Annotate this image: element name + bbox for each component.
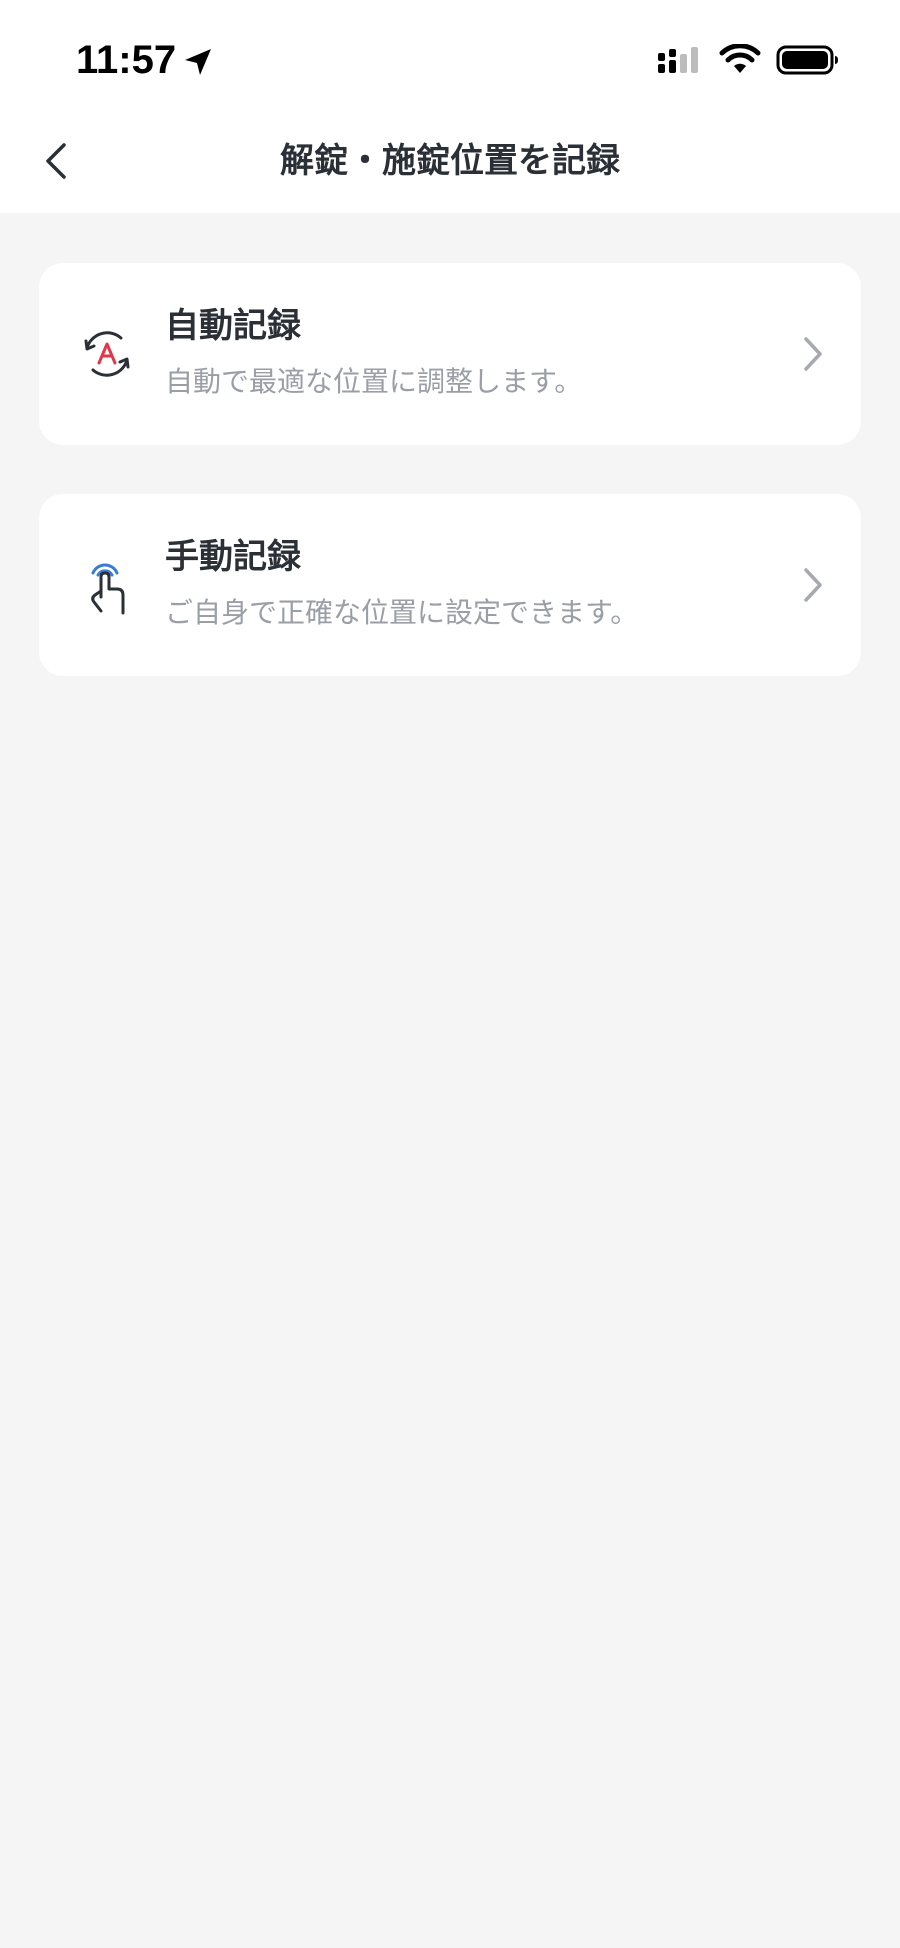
manual-record-option[interactable]: 手動記録 ご自身で正確な位置に設定できます。 bbox=[39, 494, 861, 676]
page-title: 解錠・施錠位置を記録 bbox=[280, 141, 620, 181]
option-title: 自動記録 bbox=[165, 306, 301, 346]
auto-record-option[interactable]: 自動記録 自動で最適な位置に調整します。 bbox=[39, 263, 861, 445]
top-bar: 11:57 解錠・施錠位置を記録 bbox=[0, 0, 900, 213]
wifi-icon bbox=[719, 44, 761, 73]
tap-hand-icon bbox=[91, 563, 125, 615]
option-subtitle: ご自身で正確な位置に設定できます。 bbox=[165, 596, 639, 629]
battery-icon bbox=[776, 45, 838, 75]
location-arrow-icon bbox=[185, 49, 211, 75]
option-subtitle: 自動で最適な位置に調整します。 bbox=[165, 365, 583, 398]
chevron-right-icon bbox=[804, 568, 822, 602]
chevron-right-icon bbox=[804, 337, 822, 371]
option-title: 手動記録 bbox=[165, 537, 301, 577]
auto-rotate-icon bbox=[84, 331, 130, 377]
status-time: 11:57 bbox=[76, 38, 177, 82]
cellular-signal-icon bbox=[658, 47, 698, 73]
